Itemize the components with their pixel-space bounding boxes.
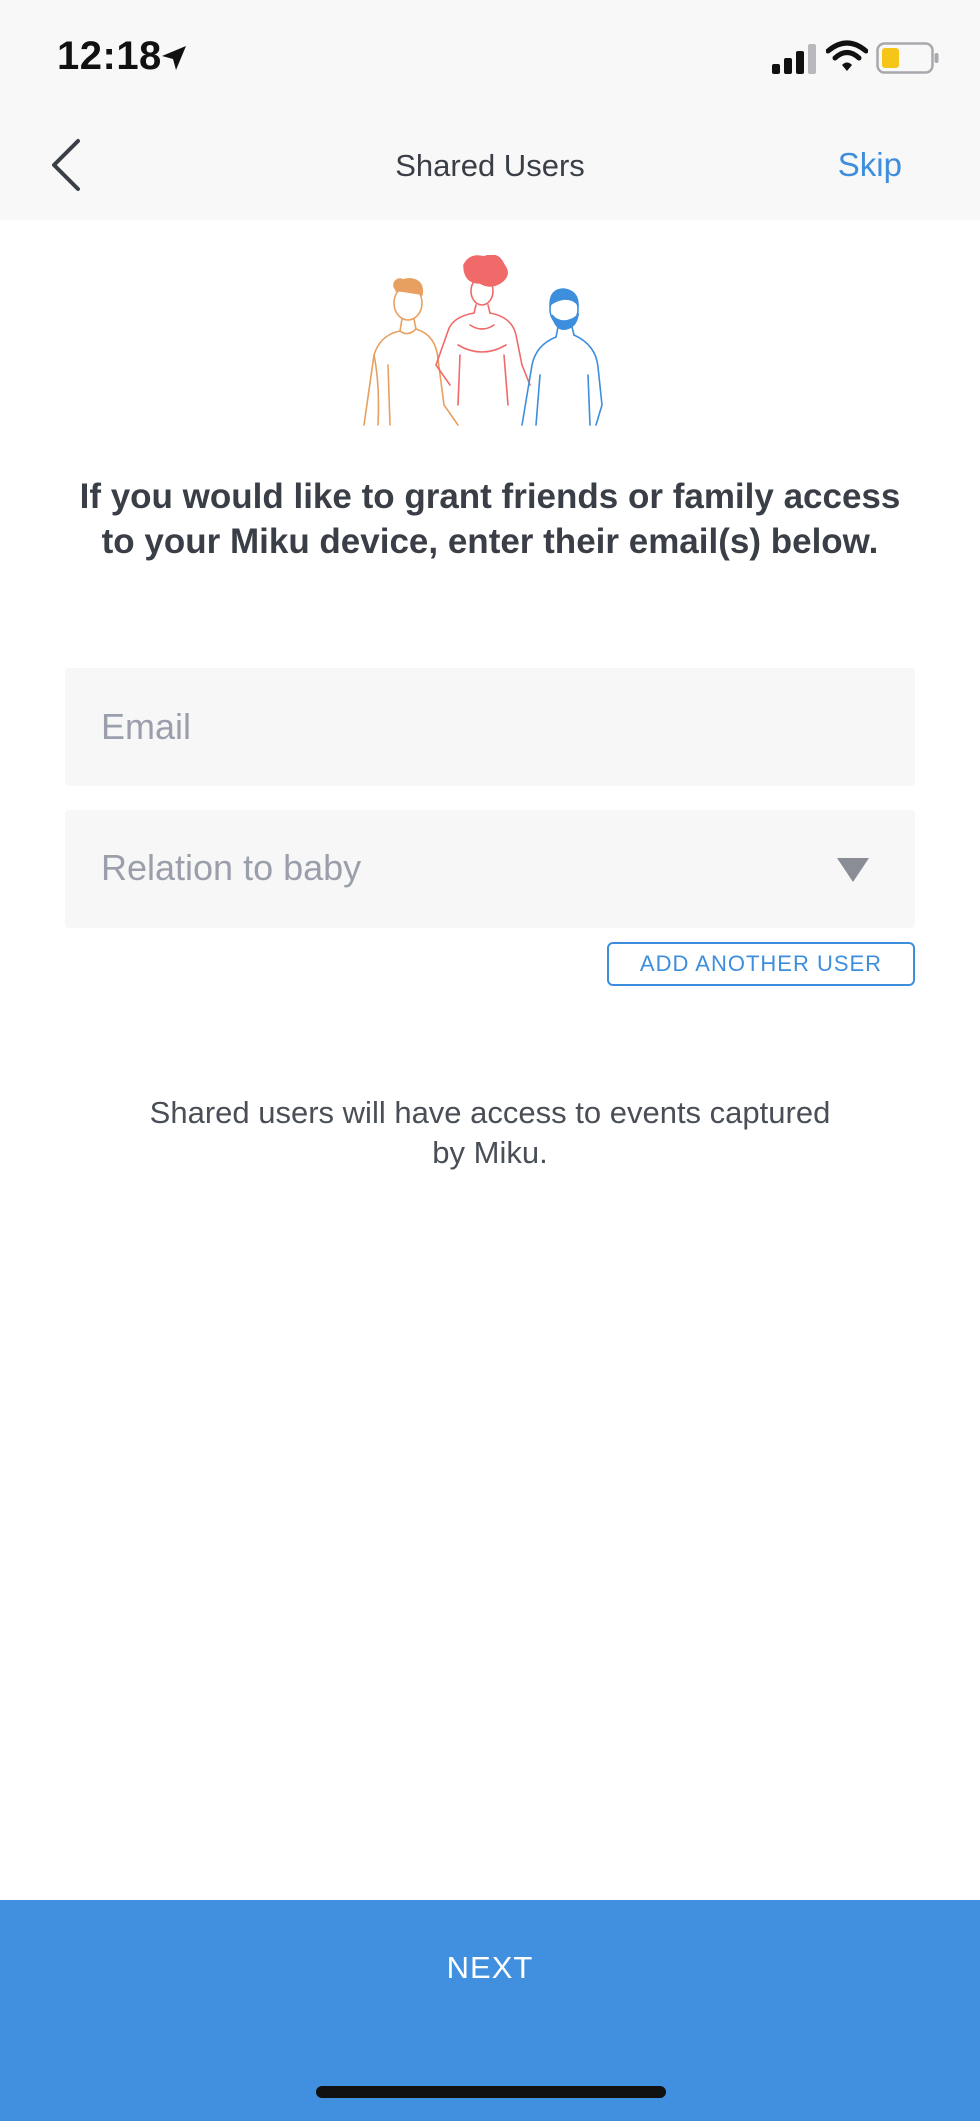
people-group-illustration (363, 255, 603, 426)
wifi-icon (826, 40, 868, 71)
email-field[interactable] (65, 668, 915, 786)
skip-button[interactable]: Skip (838, 146, 902, 184)
navigation-bar: Shared Users Skip (0, 110, 980, 220)
home-indicator (316, 2086, 666, 2098)
page-title: Shared Users (395, 148, 585, 183)
battery-low-icon (876, 42, 939, 74)
status-bar: 12:18 (0, 0, 980, 110)
intro-text: If you would like to grant friends or fa… (79, 477, 901, 561)
add-another-user-button[interactable]: ADD ANOTHER USER (607, 942, 915, 986)
shared-users-screen: 12:18 Shared Users Skip If you would lik… (0, 0, 980, 2121)
status-time: 12:18 (57, 34, 162, 78)
next-button[interactable]: NEXT (0, 1900, 980, 2121)
cellular-signal-icon (772, 44, 816, 74)
relation-placeholder: Relation to baby (101, 847, 362, 888)
triangle-down-icon (837, 858, 869, 882)
info-text: Shared users will have access to events … (149, 1095, 831, 1170)
relation-select[interactable]: Relation to baby (65, 810, 915, 928)
next-label: NEXT (446, 1950, 534, 1985)
location-arrow-icon (162, 46, 186, 70)
